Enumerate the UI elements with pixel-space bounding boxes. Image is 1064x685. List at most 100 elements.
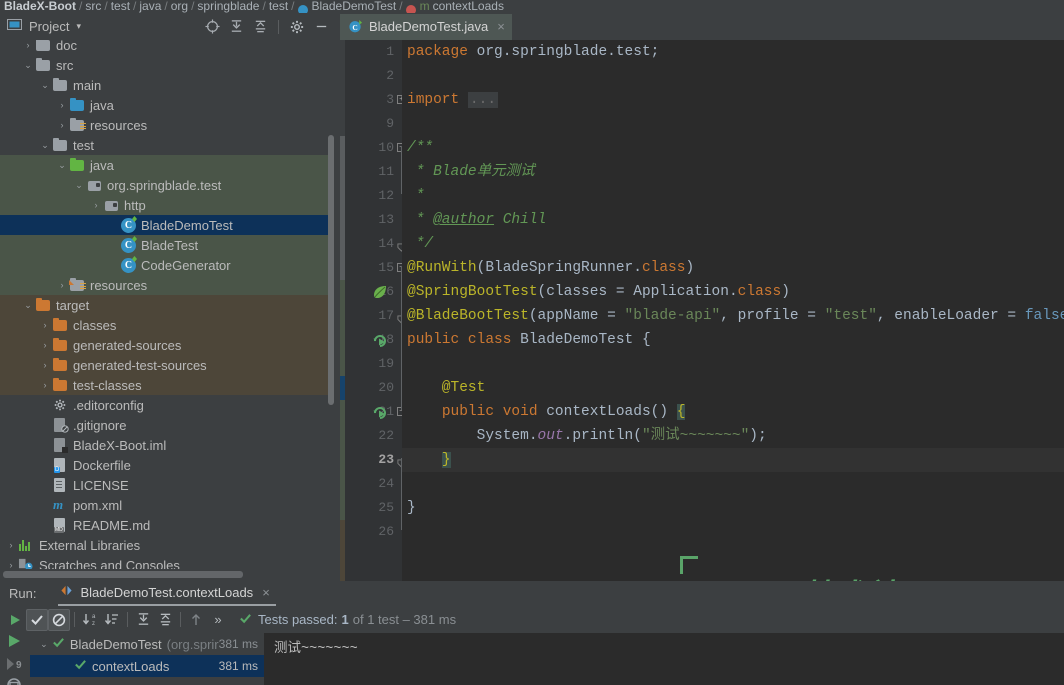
previous-failed-button[interactable]	[185, 609, 207, 631]
code-line[interactable]: */	[402, 232, 433, 256]
code-editor[interactable]: 123+910−1112131415−161718192021−22232425…	[340, 40, 1064, 581]
chevron-down-icon[interactable]: ⌄	[21, 300, 35, 311]
tree-node[interactable]: › test-classes	[0, 375, 328, 395]
chevron-right-icon[interactable]: ›	[38, 380, 52, 390]
code-line[interactable]: @SpringBootTest(classes = Application.cl…	[402, 280, 790, 304]
close-icon[interactable]: ×	[262, 585, 270, 600]
chevron-right-icon[interactable]: ›	[55, 100, 69, 110]
code-line[interactable]: /**	[402, 136, 433, 160]
rerun-button[interactable]	[4, 609, 26, 631]
breadcrumb-item-5[interactable]: springblade	[197, 0, 259, 13]
settings-gear-icon[interactable]	[286, 16, 308, 38]
close-icon[interactable]: ×	[497, 19, 505, 34]
code-line[interactable]: System.out.println("测试~~~~~~~");	[402, 424, 767, 448]
tree-node[interactable]: › classes	[0, 315, 328, 335]
tree-node[interactable]: ⌄ org.springblade.test	[0, 175, 328, 195]
code-line[interactable]: }	[402, 448, 451, 472]
console-output[interactable]: 测试~~~~~~~	[264, 633, 1064, 685]
collapse-all-button[interactable]	[154, 609, 176, 631]
chevron-down-icon[interactable]: ⌄	[38, 80, 52, 91]
expand-all-button[interactable]	[132, 609, 154, 631]
tree-node[interactable]: › doc	[0, 40, 328, 55]
spring-leaf-icon[interactable]	[372, 284, 388, 300]
tree-vertical-scrollbar[interactable]	[328, 135, 334, 405]
sort-by-duration-button[interactable]	[101, 609, 123, 631]
breadcrumb-item-4[interactable]: org	[171, 0, 188, 13]
chevron-right-icon[interactable]: ›	[55, 280, 69, 290]
breadcrumb[interactable]: BladeX-Boot / src / test / java / org / …	[0, 0, 1064, 13]
code-text[interactable]: package org.springblade.test; import ... /…	[402, 40, 1064, 581]
tree-node[interactable]: ⌄ main	[0, 75, 328, 95]
chevron-right-icon[interactable]: ›	[89, 200, 103, 210]
tree-node[interactable]: › resources	[0, 115, 328, 135]
more-options-button[interactable]: »	[207, 609, 229, 631]
tree-node[interactable]: C CodeGenerator	[0, 255, 328, 275]
code-line[interactable]: package org.springblade.test;	[402, 40, 659, 64]
show-ignored-toggle[interactable]	[48, 608, 70, 631]
breadcrumb-item-7[interactable]: BladeDemoTest	[312, 0, 397, 13]
breadcrumb-item-2[interactable]: test	[111, 0, 130, 13]
expand-all-icon[interactable]	[225, 16, 247, 38]
tree-node[interactable]: m pom.xml	[0, 495, 328, 515]
code-line[interactable]: *	[402, 184, 425, 208]
tree-node[interactable]: › generated-sources	[0, 335, 328, 355]
code-line[interactable]: @RunWith(BladeSpringRunner.class)	[402, 256, 694, 280]
code-line[interactable]: @Test	[402, 376, 486, 400]
tree-node[interactable]: › http	[0, 195, 328, 215]
tree-node[interactable]: LICENSE	[0, 475, 328, 495]
chevron-down-icon[interactable]: ⌄	[21, 60, 35, 71]
code-line[interactable]	[402, 112, 407, 136]
project-tree[interactable]: › doc ⌄ src ⌄ main › java › resources ⌄ test ⌄ java ⌄ o…	[0, 40, 336, 581]
chevron-down-icon[interactable]: ⌄	[72, 180, 86, 191]
rerun-failed-icon[interactable]: 9	[4, 654, 26, 676]
test-tree-row[interactable]: contextLoads 381 ms	[30, 655, 264, 677]
code-line[interactable]: * Blade单元测试	[402, 160, 535, 184]
run-test-icon[interactable]	[372, 332, 388, 348]
code-line[interactable]: }	[402, 496, 416, 520]
breadcrumb-item-6[interactable]: test	[269, 0, 288, 13]
run-test-icon[interactable]	[372, 404, 388, 420]
editor-gutter[interactable]: 123+910−1112131415−161718192021−22232425…	[340, 40, 406, 581]
code-line[interactable]: public class BladeDemoTest {	[402, 328, 651, 352]
locate-icon[interactable]	[201, 16, 223, 38]
test-results-tree[interactable]: ⌄ BladeDemoTest (org.sprir 381 ms contextLoa…	[30, 633, 264, 685]
sort-alphabetically-button[interactable]: a z	[79, 609, 101, 631]
tree-node[interactable]: BladeX-Boot.iml	[0, 435, 328, 455]
toggle-auto-test-icon[interactable]	[4, 675, 26, 685]
breadcrumb-item-1[interactable]: src	[85, 0, 101, 13]
test-tree-row[interactable]: ⌄ BladeDemoTest (org.sprir 381 ms	[30, 633, 264, 655]
run-button[interactable]	[4, 631, 26, 653]
chevron-right-icon[interactable]: ›	[55, 120, 69, 130]
collapse-all-icon[interactable]	[249, 16, 271, 38]
run-configuration-tab[interactable]: BladeDemoTest.contextLoads ×	[58, 581, 276, 606]
chevron-down-icon[interactable]: ▾	[76, 21, 81, 32]
tree-node[interactable]: › java	[0, 95, 328, 115]
tree-node[interactable]: ⌄ test	[0, 135, 328, 155]
code-line[interactable]: * @author Chill	[402, 208, 547, 232]
hide-panel-icon[interactable]	[310, 16, 332, 38]
tree-node[interactable]: ⌄ java	[0, 155, 328, 175]
tree-node[interactable]: .gitignore	[0, 415, 328, 435]
code-line[interactable]	[402, 472, 407, 496]
tree-node[interactable]: C BladeDemoTest	[0, 215, 328, 235]
breadcrumb-item-8[interactable]: contextLoads	[433, 0, 504, 13]
code-line[interactable]: public void contextLoads() {	[402, 400, 686, 424]
code-line[interactable]: import ...	[402, 88, 499, 112]
tree-node[interactable]: › External Libraries	[0, 535, 328, 555]
tree-node[interactable]: D Dockerfile	[0, 455, 328, 475]
tree-horizontal-scrollbar[interactable]	[3, 571, 243, 578]
tree-node[interactable]: MD README.md	[0, 515, 328, 535]
chevron-right-icon[interactable]: ›	[4, 540, 18, 550]
code-line[interactable]: @BladeBootTest(appName = "blade-api", pr…	[402, 304, 1064, 328]
code-line[interactable]	[402, 352, 407, 376]
chevron-right-icon[interactable]: ›	[38, 360, 52, 370]
tree-node[interactable]: › resources	[0, 275, 328, 295]
code-line[interactable]	[402, 520, 407, 544]
breadcrumb-item-3[interactable]: java	[139, 0, 161, 13]
chevron-down-icon[interactable]: ⌄	[55, 160, 69, 171]
chevron-down-icon[interactable]: ⌄	[38, 140, 52, 151]
chevron-right-icon[interactable]: ›	[38, 320, 52, 330]
editor-tab-bladedemotest[interactable]: C BladeDemoTest.java ×	[340, 14, 512, 40]
tree-node[interactable]: ⌄ target	[0, 295, 328, 315]
tree-node[interactable]: ⌄ src	[0, 55, 328, 75]
